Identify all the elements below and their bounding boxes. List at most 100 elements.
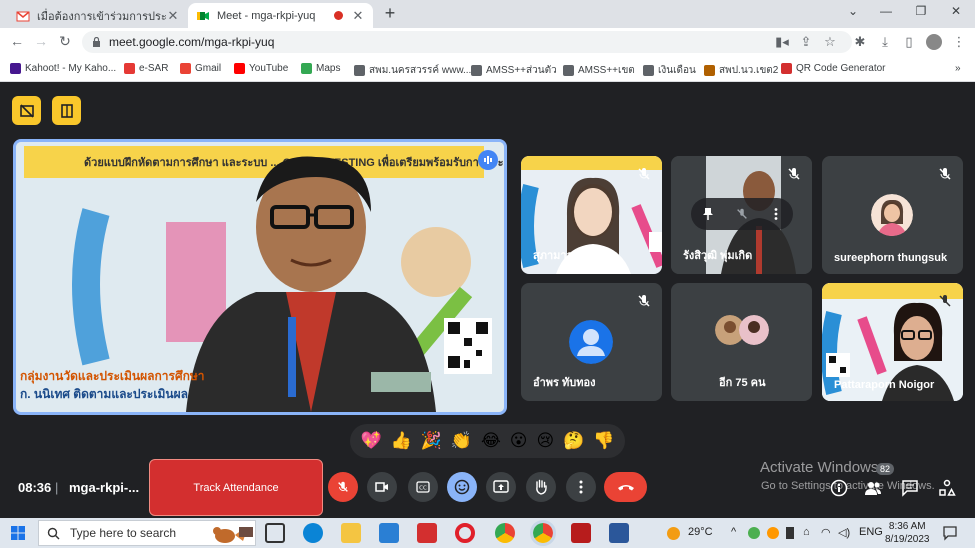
chrome-icon[interactable]: [495, 523, 515, 543]
participant-tile[interactable]: อำพร ทับทอง: [521, 283, 662, 401]
language-indicator[interactable]: ENG: [859, 526, 883, 538]
task-view-icon[interactable]: [265, 523, 285, 543]
address-bar[interactable]: meet.google.com/mga-rkpi-yuq: [82, 31, 852, 53]
mic-toggle-button[interactable]: [328, 472, 358, 502]
system-clock[interactable]: 8:36 AM 8/19/2023: [885, 520, 930, 546]
window-close-icon[interactable]: ✕: [948, 4, 964, 18]
chrome-active-icon[interactable]: [530, 520, 556, 546]
leave-call-button[interactable]: [604, 472, 647, 502]
host-controls-button[interactable]: [12, 96, 41, 125]
participant-tile[interactable]: sureephorn thungsuk: [822, 156, 963, 274]
layout-button[interactable]: [52, 96, 81, 125]
mail-icon[interactable]: [379, 523, 399, 543]
tab-meet[interactable]: Meet - mga-rkpi-yuq ✕: [188, 3, 373, 28]
wps-icon[interactable]: [417, 523, 437, 543]
network-icon[interactable]: ⌂: [803, 526, 810, 538]
temperature[interactable]: 29°C: [688, 526, 713, 538]
bookmark-gmail[interactable]: Gmail: [180, 63, 221, 74]
reaction-party[interactable]: 🎉: [421, 431, 442, 451]
close-icon[interactable]: ✕: [351, 8, 365, 24]
more-options-icon[interactable]: [769, 207, 783, 221]
bookmark-salary[interactable]: เงินเดือน: [643, 63, 696, 78]
reaction-sad[interactable]: 😢: [536, 431, 554, 451]
tab-search-icon[interactable]: ⌄: [845, 4, 861, 18]
battery-icon[interactable]: [786, 527, 794, 539]
camera-icon[interactable]: ▮◂: [774, 34, 790, 50]
tray-app-icon[interactable]: [767, 527, 779, 539]
volume-icon[interactable]: ◁): [838, 526, 850, 539]
windows-taskbar: Type here to search 29°C ^ ⌂ ◠ ◁) ENG 8:…: [0, 518, 975, 548]
file-explorer-icon[interactable]: [341, 523, 361, 543]
notifications-icon[interactable]: [942, 525, 958, 541]
share-icon[interactable]: ⇪: [798, 34, 814, 50]
emoji-button[interactable]: [447, 472, 477, 502]
reaction-clap[interactable]: 👏: [451, 431, 472, 451]
mic-off-icon[interactable]: [735, 207, 749, 221]
tray-app-icon[interactable]: [748, 527, 760, 539]
reaction-thumbs-down[interactable]: 👎: [593, 431, 614, 451]
participant-name: อำพร ทับทอง: [533, 377, 596, 389]
reaction-heart[interactable]: 💖: [360, 431, 381, 451]
browser-toolbar: ← → ↻ meet.google.com/mga-rkpi-yuq ▮◂ ⇪ …: [0, 28, 975, 56]
main-video-tile[interactable]: ด้วยแบบฝึกหัดตามการศึกษา และระบบ ... ONL…: [13, 139, 507, 415]
captions-button[interactable]: CC: [408, 472, 438, 502]
windows-start-icon[interactable]: [11, 526, 25, 540]
presenter-figure: [186, 156, 436, 412]
bookmark-maps[interactable]: Maps: [301, 63, 340, 74]
reaction-thumbs-up[interactable]: 👍: [391, 431, 412, 451]
track-attendance-button[interactable]: Track Attendance: [149, 459, 323, 516]
acrobat-icon[interactable]: [571, 523, 591, 543]
pin-icon[interactable]: [701, 207, 715, 221]
browser-menu-icon[interactable]: ⋮: [951, 34, 967, 50]
search-icon: [47, 527, 60, 539]
restore-icon[interactable]: ❐: [913, 4, 929, 18]
meeting-code[interactable]: mga-rkpi-...: [69, 480, 139, 495]
reload-icon[interactable]: ↻: [56, 33, 74, 50]
others-tile[interactable]: อีก 75 คน: [671, 283, 812, 401]
activities-icon[interactable]: [938, 479, 956, 497]
bookmark-amss-personal[interactable]: AMSS++ส่วนตัว: [471, 63, 557, 78]
download-icon[interactable]: ⤓: [877, 34, 893, 50]
taskbar-search-input[interactable]: Type here to search: [38, 520, 256, 546]
more-options-button[interactable]: [566, 472, 596, 502]
opera-icon[interactable]: [455, 523, 475, 543]
star-icon[interactable]: ☆: [822, 34, 838, 50]
participant-tile[interactable]: รังสิวุฒิ พุ่มเกิด: [671, 156, 812, 274]
wifi-icon[interactable]: ◠: [821, 526, 831, 539]
bookmark-spp[interactable]: สพป.นว.เขต2: [704, 63, 778, 78]
camera-toggle-button[interactable]: [367, 472, 397, 502]
minimize-icon[interactable]: —: [878, 4, 894, 18]
reaction-laugh[interactable]: 😂: [481, 431, 501, 451]
globe-icon: [471, 65, 482, 76]
info-icon[interactable]: [830, 479, 848, 497]
participant-tile[interactable]: Pattaraporn Noigor: [822, 283, 963, 401]
reaction-surprised[interactable]: 😮: [510, 431, 528, 451]
participant-name: sureephorn thungsuk: [834, 252, 948, 264]
extensions-icon[interactable]: ✱: [852, 34, 868, 50]
new-tab-button[interactable]: +: [380, 3, 400, 24]
bookmark-spm[interactable]: สพม.นครสวรรค์ www....: [354, 63, 474, 78]
bookmarks-more-icon[interactable]: »: [955, 63, 961, 74]
raise-hand-button[interactable]: [526, 472, 556, 502]
chat-icon[interactable]: [901, 479, 919, 497]
participant-tile[interactable]: สุภามาส น้อยสอน: [521, 156, 662, 274]
word-icon[interactable]: [609, 523, 629, 543]
bookmark-kahoot[interactable]: Kahoot! - My Kaho...: [10, 63, 116, 74]
bookmark-amss-area[interactable]: AMSS++เขต: [563, 63, 635, 78]
kahoot-icon: [10, 63, 21, 74]
edge-icon[interactable]: [303, 523, 323, 543]
sidebar-icon[interactable]: ▯: [901, 34, 917, 50]
tab-previous[interactable]: เมื่อต้องการเข้าร่วมการประชุมทางวิดีโอ ✕: [8, 3, 188, 28]
tray-chevron-icon[interactable]: ^: [731, 526, 736, 538]
back-icon[interactable]: ←: [8, 33, 26, 49]
people-icon[interactable]: [864, 479, 882, 497]
profile-avatar[interactable]: [926, 34, 942, 50]
forward-icon[interactable]: →: [32, 33, 50, 49]
bookmark-qr[interactable]: QR Code Generator: [781, 63, 886, 74]
present-button[interactable]: [486, 472, 516, 502]
bookmark-esar[interactable]: e-SAR: [124, 63, 168, 74]
weather-icon: [667, 527, 680, 540]
close-icon[interactable]: ✕: [166, 8, 180, 24]
reaction-thinking[interactable]: 🤔: [563, 431, 584, 451]
bookmark-youtube[interactable]: YouTube: [234, 63, 288, 74]
